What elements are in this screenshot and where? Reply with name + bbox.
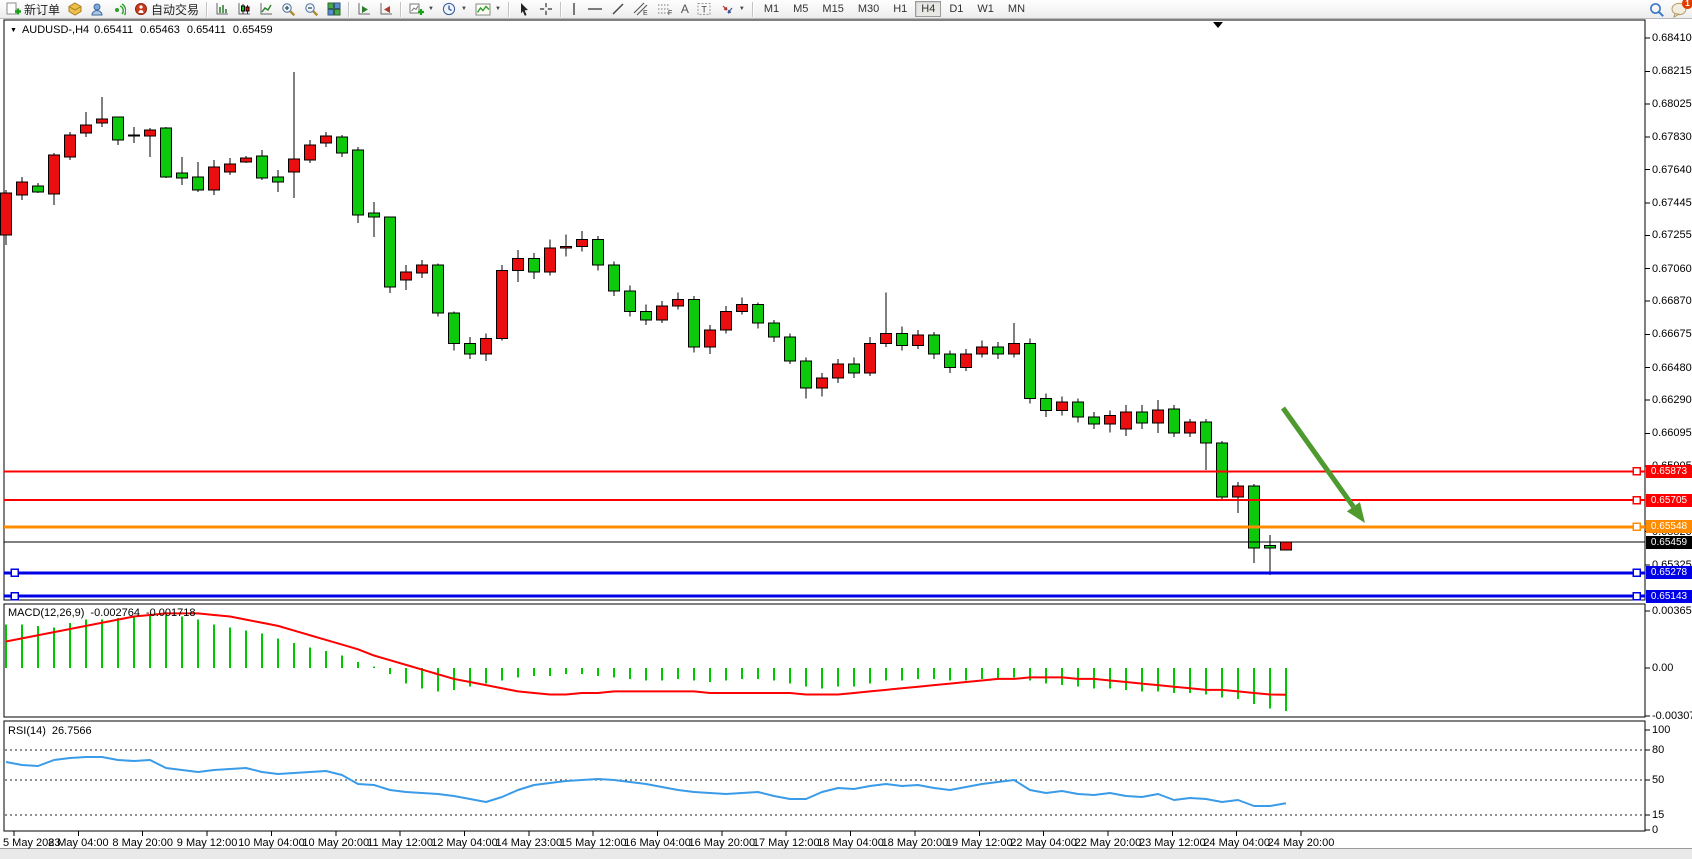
- price-axis-label: 0.68215: [1652, 65, 1692, 77]
- macd-axis-label: 0.003656: [1652, 605, 1692, 617]
- line-handle[interactable]: [1633, 468, 1640, 475]
- rsi-value: 26.7566: [52, 725, 92, 737]
- status-strip: [0, 848, 1692, 859]
- time-axis-label: 11 May 12:00: [367, 837, 433, 849]
- time-axis-label: 24 May 20:00: [1268, 837, 1335, 849]
- ohlc-values: 0.65411 0.65463 0.65411 0.65459: [94, 24, 272, 36]
- price-axis-label: 0.67830: [1652, 131, 1692, 143]
- time-axis-label: 9 May 12:00: [177, 837, 238, 849]
- current-price-label: 0.65459: [1646, 536, 1692, 549]
- macd-name: MACD(12,26,9): [8, 607, 84, 619]
- line-handle[interactable]: [1633, 569, 1640, 576]
- time-axis-label: 8 May 20:00: [112, 837, 173, 849]
- price-axis-label: 0.67060: [1652, 263, 1692, 275]
- line-handle[interactable]: [1633, 593, 1640, 600]
- macd-axis-label: 0.00: [1652, 662, 1673, 674]
- rsi-axis-label: 50: [1652, 774, 1664, 786]
- candle: [353, 147, 364, 223]
- price-axis-label: 0.68410: [1652, 32, 1692, 44]
- level-price-label: 0.65143: [1646, 590, 1692, 603]
- line-handle[interactable]: [11, 569, 18, 576]
- rsi-label-row: RSI(14) 26.7566: [8, 725, 92, 737]
- candle: [785, 333, 796, 364]
- line-handle[interactable]: [11, 593, 18, 600]
- time-axis-label: 22 May 20:00: [1075, 837, 1142, 849]
- time-axis-label: 17 May 12:00: [753, 837, 820, 849]
- candle: [385, 217, 396, 293]
- chart-title: ▼ AUDUSD-,H4 0.65411 0.65463 0.65411 0.6…: [10, 24, 273, 36]
- time-axis-label: 10 May 04:00: [238, 837, 305, 849]
- macd-axis-label: -0.00307: [1652, 710, 1692, 722]
- time-axis-label: 23 May 12:00: [1139, 837, 1206, 849]
- price-axis-label: 0.66095: [1652, 427, 1692, 439]
- rsi-axis-label: 0: [1652, 824, 1658, 836]
- level-price-label: 0.65548: [1646, 520, 1692, 533]
- low-value: 0.65411: [187, 24, 226, 36]
- time-axis-label: 18 May 20:00: [882, 837, 949, 849]
- price-axis-label: 0.66290: [1652, 394, 1692, 406]
- time-axis-label: 16 May 20:00: [689, 837, 756, 849]
- time-axis-label: 10 May 20:00: [302, 837, 369, 849]
- price-axis-label: 0.68025: [1652, 98, 1692, 110]
- close-value: 0.65459: [233, 24, 273, 36]
- time-axis-label: 12 May 04:00: [431, 837, 498, 849]
- price-axis-label: 0.66675: [1652, 328, 1692, 340]
- trading-terminal-window: 新订单 自动交易: [0, 0, 1692, 859]
- level-price-label: 0.65278: [1646, 566, 1692, 579]
- candle: [689, 296, 700, 352]
- chart-canvas[interactable]: [0, 0, 1692, 859]
- price-axis-label: 0.66870: [1652, 295, 1692, 307]
- time-axis-label: 19 May 12:00: [946, 837, 1013, 849]
- chart-symbol-period: AUDUSD-,H4: [22, 24, 89, 36]
- price-axis-label: 0.67445: [1652, 197, 1692, 209]
- candle: [1025, 339, 1036, 404]
- rsi-axis-label: 100: [1652, 724, 1670, 736]
- rsi-name: RSI(14): [8, 725, 46, 737]
- candle: [609, 262, 620, 296]
- level-price-label: 0.65705: [1646, 494, 1692, 507]
- time-axis-label: 18 May 04:00: [817, 837, 884, 849]
- rsi-axis-label: 15: [1652, 809, 1664, 821]
- time-axis-label: 15 May 12:00: [560, 837, 627, 849]
- level-price-label: 0.65873: [1646, 465, 1692, 478]
- candle: [433, 263, 444, 316]
- time-axis-label: 16 May 04:00: [624, 837, 691, 849]
- candle: [593, 236, 604, 270]
- line-handle[interactable]: [1633, 523, 1640, 530]
- time-axis-label: 8 May 04:00: [48, 837, 109, 849]
- time-axis-label: 22 May 04:00: [1010, 837, 1077, 849]
- high-value: 0.65463: [140, 24, 180, 36]
- price-axis-label: 0.66480: [1652, 362, 1692, 374]
- candle: [161, 127, 172, 178]
- time-axis-label: 14 May 23:00: [495, 837, 562, 849]
- candle: [65, 132, 76, 160]
- main-panel[interactable]: [4, 20, 1645, 600]
- time-axis-label: 24 May 04:00: [1203, 837, 1270, 849]
- rsi-axis-label: 80: [1652, 744, 1664, 756]
- open-value: 0.65411: [94, 24, 133, 36]
- price-axis-label: 0.67640: [1652, 164, 1692, 176]
- chevron-down-icon[interactable]: ▼: [10, 27, 17, 34]
- macd-label-row: MACD(12,26,9) -0.002764 -0.001718: [8, 607, 196, 619]
- candle: [497, 265, 508, 340]
- macd-main-value: -0.002764: [90, 607, 140, 619]
- candle: [1169, 405, 1180, 437]
- candle: [1281, 541, 1292, 550]
- price-axis-label: 0.67255: [1652, 229, 1692, 241]
- macd-signal-value: -0.001718: [146, 607, 196, 619]
- line-handle[interactable]: [1633, 497, 1640, 504]
